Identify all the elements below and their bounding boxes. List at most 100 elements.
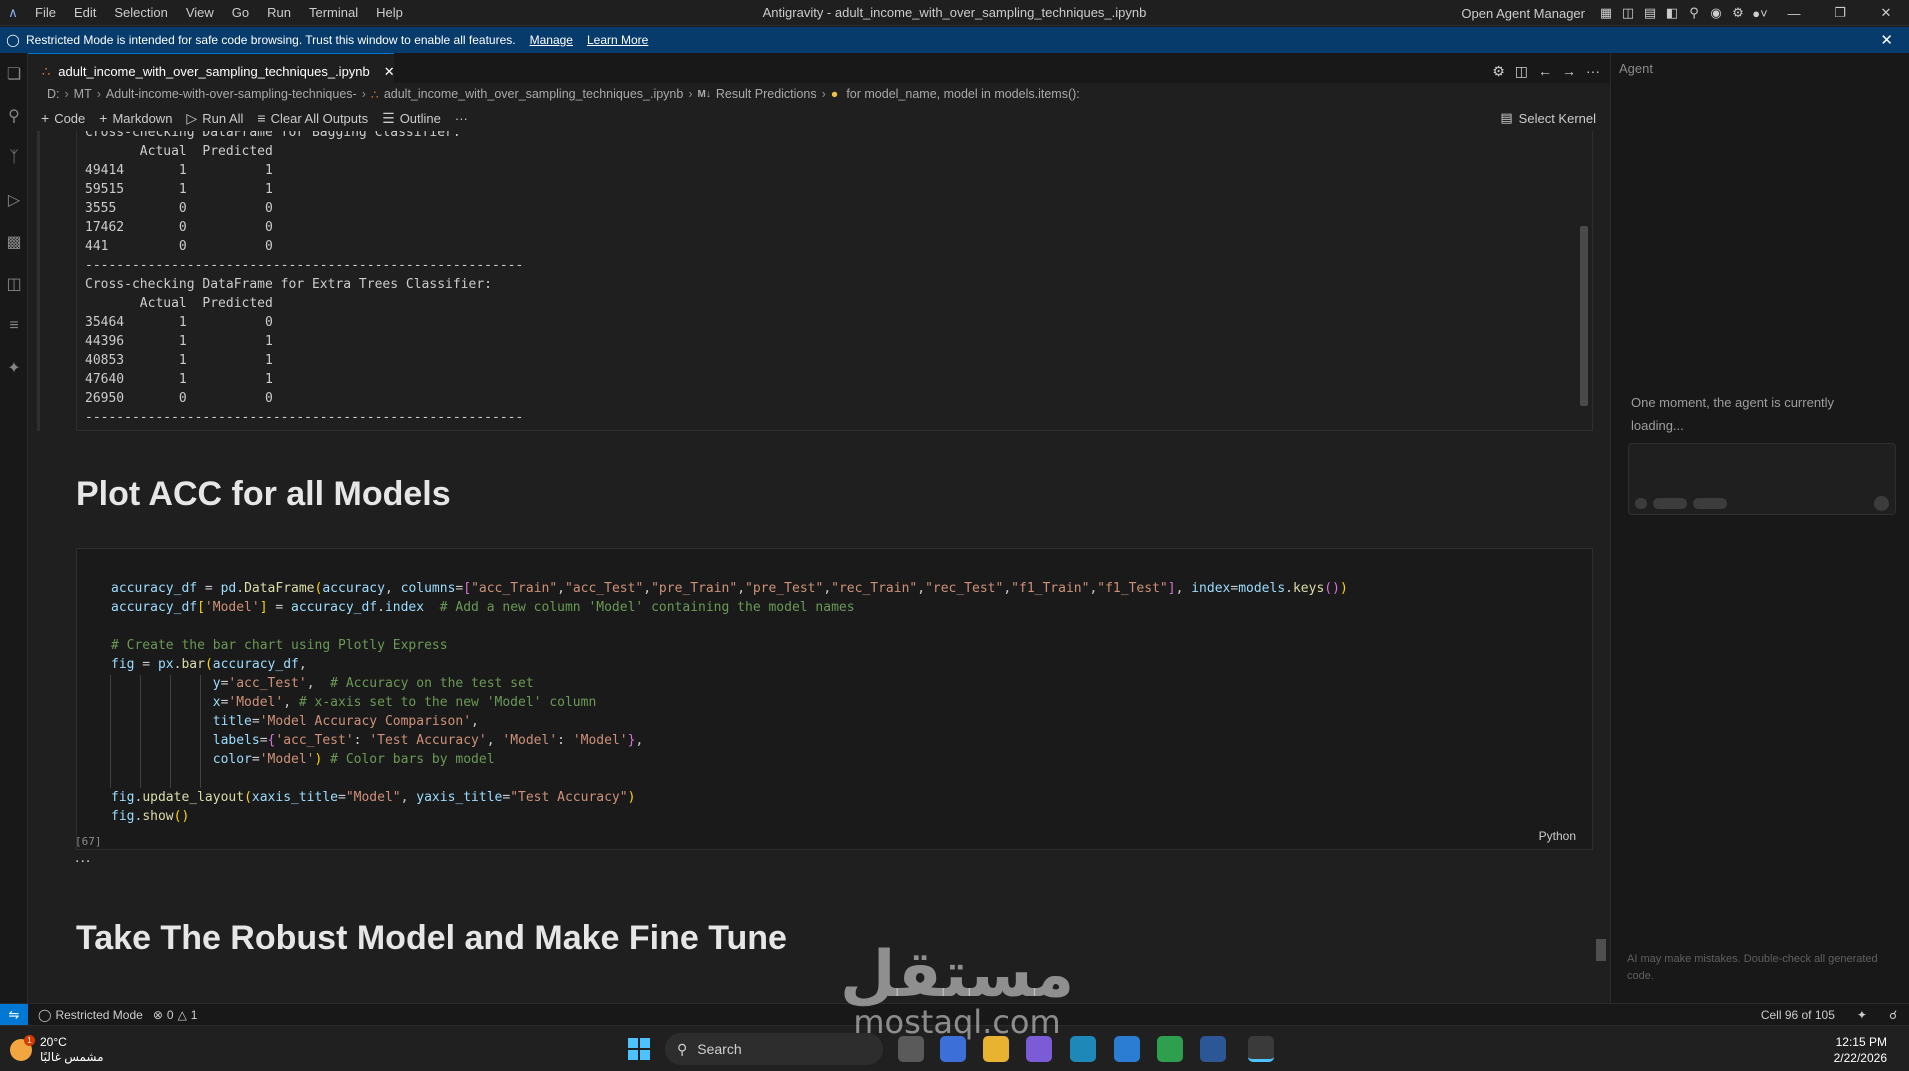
toggle-panel-icon[interactable]: ▤ <box>1639 5 1661 21</box>
agent-input-box[interactable] <box>1628 443 1896 515</box>
markdown-heading-finetune: Take The Robust Model and Make Fine Tune <box>76 919 787 957</box>
run-debug-icon[interactable]: ▷ <box>0 179 28 221</box>
search-view-icon[interactable]: ⚲ <box>0 95 28 137</box>
file-explorer-icon[interactable] <box>983 1036 1009 1062</box>
close-banner-icon[interactable]: ✕ <box>1880 31 1893 49</box>
plus-icon: + <box>99 110 108 126</box>
cell-position[interactable]: Cell 96 of 105 <box>1761 1008 1835 1022</box>
antigravity-app-icon[interactable] <box>1248 1036 1274 1062</box>
menu-selection[interactable]: Selection <box>105 5 176 20</box>
outline-button[interactable]: ☰ Outline <box>382 110 441 127</box>
remote-explorer-icon[interactable]: ▩ <box>0 221 28 263</box>
breadcrumb: D: › MT › Adult-income-with-over-sampling-… <box>28 83 1610 105</box>
settings-gear-icon[interactable]: ⚙ <box>1727 5 1749 21</box>
notifications-bell-icon[interactable]: ☌ <box>1889 1008 1897 1022</box>
run-all-label: Run All <box>202 110 244 126</box>
breadcrumb-file[interactable]: adult_income_with_over_sampling_techniqu… <box>384 87 684 101</box>
toggle-sidebar-icon[interactable]: ◫ <box>1617 5 1639 21</box>
edge-icon[interactable] <box>1070 1036 1096 1062</box>
add-context-icon[interactable] <box>1635 498 1647 509</box>
play-icon: ▷ <box>186 109 198 126</box>
cell-output: Cross-checking DataFrame for Bagging Cla… <box>76 131 1593 431</box>
indent-guide <box>140 675 141 788</box>
code-content[interactable]: accuracy_df = pd.DataFrame(accuracy, col… <box>111 579 1348 826</box>
explorer-icon[interactable]: ❏ <box>0 53 28 95</box>
agent-sparkle-icon[interactable]: ✦ <box>0 347 28 389</box>
add-code-cell-button[interactable]: + Code <box>41 110 85 126</box>
store-icon[interactable] <box>940 1036 966 1062</box>
menu-view[interactable]: View <box>177 5 223 20</box>
close-tab-icon[interactable]: ✕ <box>384 64 395 80</box>
clock-date: 2/22/2026 <box>1833 1051 1887 1065</box>
weather-widget[interactable]: 1 20°C مشمس غالبًا <box>10 1035 104 1065</box>
chrome-icon[interactable] <box>1157 1036 1183 1062</box>
breadcrumb-folder-mt[interactable]: MT <box>74 87 92 101</box>
windows-start-icon[interactable] <box>628 1038 650 1060</box>
split-editor-icon[interactable]: ◫ <box>1515 63 1528 80</box>
breadcrumb-section[interactable]: Result Predictions <box>716 87 817 101</box>
clear-outputs-label: Clear All Outputs <box>270 110 369 126</box>
task-view-icon[interactable] <box>898 1036 924 1062</box>
system-clock[interactable]: 12:15 PM 2/22/2026 <box>1834 1034 1887 1066</box>
model-selector[interactable] <box>1693 498 1727 509</box>
go-forward-icon[interactable]: → <box>1562 63 1576 79</box>
source-control-icon[interactable]: ᛉ <box>0 137 28 179</box>
notebook-settings-icon[interactable]: ⚙ <box>1492 63 1505 80</box>
indent-guide <box>200 675 201 788</box>
clear-all-outputs-button[interactable]: ≡ Clear All Outputs <box>257 110 368 126</box>
add-markdown-cell-button[interactable]: + Markdown <box>99 110 172 126</box>
menu-edit[interactable]: Edit <box>65 5 105 20</box>
more-actions-icon[interactable]: ··· <box>1586 63 1600 79</box>
problems-status[interactable]: ⊗ 0 △ 1 <box>153 1008 198 1022</box>
send-button[interactable] <box>1874 496 1889 511</box>
menu-file[interactable]: File <box>26 5 65 20</box>
agent-sparkle-icon[interactable]: ✦ <box>1857 1008 1867 1022</box>
search-label: Search <box>697 1041 742 1057</box>
menu-go[interactable]: Go <box>223 5 258 20</box>
breadcrumb-project[interactable]: Adult-income-with-over-sampling-techniqu… <box>106 87 357 101</box>
weather-badge: 1 <box>24 1035 35 1046</box>
open-agent-manager-button[interactable]: Open Agent Manager <box>1461 6 1585 21</box>
testing-icon[interactable]: ≡ <box>0 305 28 347</box>
run-all-button[interactable]: ▷ Run All <box>186 110 243 127</box>
restricted-mode-status[interactable]: ◯ Restricted Mode <box>38 1008 143 1022</box>
title-bar: ∧ File Edit Selection View Go Run Termin… <box>0 0 1909 26</box>
toggle-secondary-sidebar-icon[interactable]: ◧ <box>1661 5 1683 21</box>
output-scrollbar[interactable] <box>1580 226 1588 406</box>
account-icon[interactable]: ●˅ <box>1749 6 1771 21</box>
mode-selector[interactable] <box>1653 498 1687 509</box>
copilot-icon[interactable] <box>1026 1036 1052 1062</box>
taskbar-search[interactable]: ⚲ Search <box>665 1033 883 1065</box>
learn-more-link[interactable]: Learn More <box>587 33 648 47</box>
layout-customize-icon[interactable]: ▦ <box>1595 5 1617 21</box>
agent-panel-title: Agent <box>1619 61 1653 76</box>
menu-help[interactable]: Help <box>367 5 412 20</box>
warning-count: 1 <box>190 1007 198 1022</box>
select-kernel-button[interactable]: ▤ Select Kernel <box>1500 110 1596 126</box>
cell-language-label[interactable]: Python <box>1539 829 1576 843</box>
chevron-right-icon: › <box>96 87 101 101</box>
shield-icon: ◯ <box>6 33 20 47</box>
restore-icon[interactable]: ❐ <box>1817 5 1863 21</box>
minimize-icon[interactable]: — <box>1771 6 1817 21</box>
browser-icon[interactable]: ◉ <box>1705 5 1727 21</box>
close-window-icon[interactable]: ✕ <box>1863 5 1909 21</box>
extensions-icon[interactable]: ◫ <box>0 263 28 305</box>
search-icon[interactable]: ⚲ <box>1683 5 1705 21</box>
code-cell[interactable]: accuracy_df = pd.DataFrame(accuracy, col… <box>76 548 1593 850</box>
vscode-icon[interactable] <box>1114 1036 1140 1062</box>
toolbar-more-button[interactable]: ··· <box>455 111 468 126</box>
breadcrumb-code-symbol[interactable]: for model_name, model in models.items(): <box>846 87 1079 101</box>
go-back-icon[interactable]: ← <box>1538 63 1552 79</box>
manage-link[interactable]: Manage <box>530 33 573 47</box>
menu-run[interactable]: Run <box>258 5 300 20</box>
outline-label: Outline <box>399 110 441 126</box>
remote-indicator-icon[interactable]: ⇋ <box>0 1003 28 1026</box>
word-icon[interactable] <box>1200 1036 1226 1062</box>
clock-time: 12:15 PM <box>1835 1035 1887 1049</box>
breadcrumb-drive[interactable]: D: <box>47 87 60 101</box>
menu-terminal[interactable]: Terminal <box>300 5 367 20</box>
code-label: Code <box>54 110 86 126</box>
editor-scrollbar-thumb[interactable] <box>1596 939 1606 961</box>
output-more-button[interactable]: ... <box>75 849 91 867</box>
